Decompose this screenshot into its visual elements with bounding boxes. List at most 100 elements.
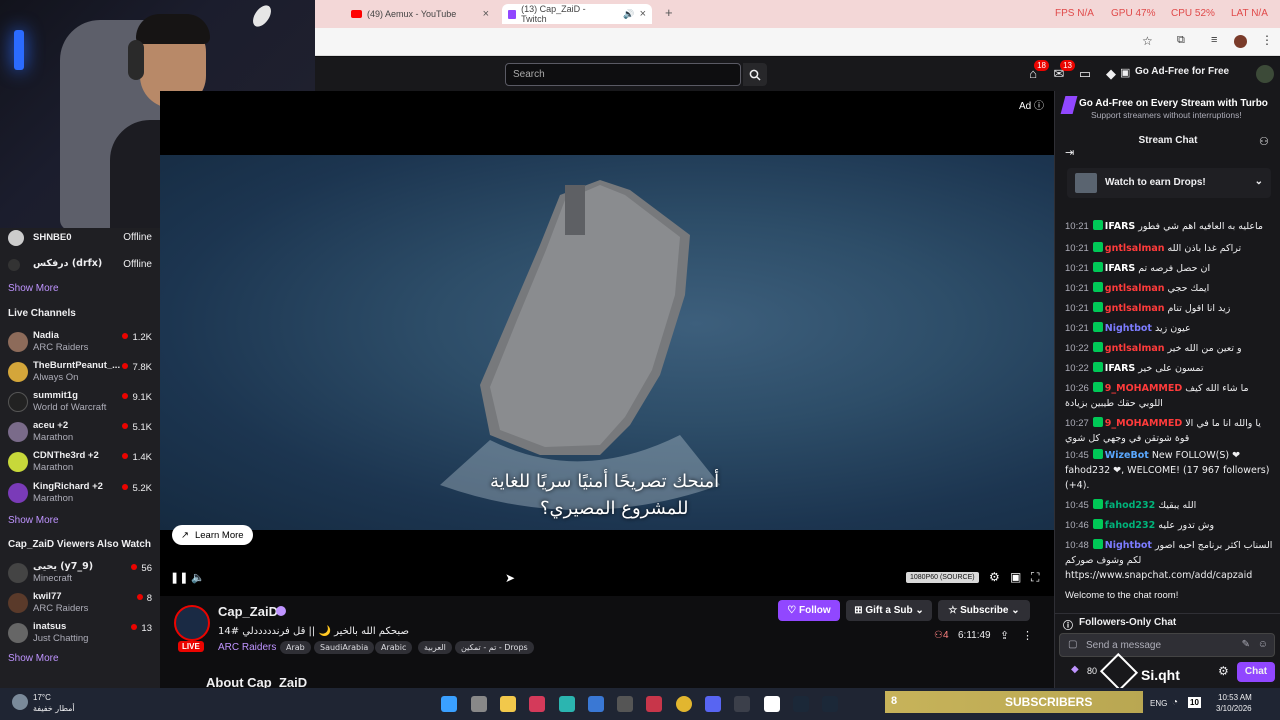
weather-temp[interactable]: 17°C xyxy=(33,693,51,702)
prime-icon[interactable]: ⌂ 18 xyxy=(1025,60,1049,82)
live-channel-item[interactable]: aceu +2 Marathon 5.1K xyxy=(0,418,160,448)
fullscreen-icon[interactable]: ⛶ xyxy=(1031,570,1039,585)
recommended-channel-item[interactable]: kwil77 ARC Raiders 8 xyxy=(0,589,160,619)
tab-twitch[interactable]: (13) Cap_ZaiD - Twitch 🔊 × xyxy=(502,4,652,24)
chat-username[interactable]: gntlsalman xyxy=(1105,343,1165,354)
chat-username[interactable]: fahod232 xyxy=(1105,500,1155,511)
profile-avatar[interactable] xyxy=(1234,35,1247,48)
turbo-banner[interactable]: Go Ad-Free on Every Stream with Turbo Su… xyxy=(1055,91,1280,129)
app-icon[interactable] xyxy=(734,696,750,712)
show-more-link[interactable]: Show More xyxy=(8,515,59,526)
channel-name[interactable]: Cap_ZaiD xyxy=(218,604,278,619)
share-icon[interactable]: ⇪ xyxy=(1000,629,1009,642)
chat-username[interactable]: gntlsalman xyxy=(1105,243,1165,254)
video-player[interactable]: Ad ⓘ أمنحك تصريحًا أمنيًا سريًا للغاية ل… xyxy=(160,91,1054,596)
chrome-icon[interactable] xyxy=(676,696,692,712)
file-explorer-icon[interactable] xyxy=(500,696,516,712)
search-button[interactable] xyxy=(743,63,767,86)
chat-username[interactable]: 9_MOHAMMED xyxy=(1105,418,1182,429)
menu-icon[interactable]: ⋮ xyxy=(1261,33,1273,47)
clock-date[interactable]: 3/10/2026 xyxy=(1216,704,1252,713)
drops-banner[interactable]: Watch to earn Drops! ⌄ xyxy=(1067,168,1271,198)
clock-time[interactable]: 10:53 AM xyxy=(1218,693,1252,702)
gift-sub-button[interactable]: ⊞ Gift a Sub ⌄ xyxy=(846,600,932,621)
tag[interactable]: SaudiArabia xyxy=(314,641,375,654)
followed-channel[interactable]: درفكس (drfx) Offline xyxy=(0,255,160,285)
settings-icon[interactable]: ⚙ xyxy=(989,570,1000,584)
tag[interactable]: تم - تمكين - Drops xyxy=(455,641,534,654)
live-channel-item[interactable]: TheBurntPeanut_... Always On 7.8K xyxy=(0,358,160,388)
live-channel-item[interactable]: KingRichard +2 Marathon 5.2K xyxy=(0,479,160,509)
tag[interactable]: العربية xyxy=(418,641,452,654)
whispers-icon[interactable]: ▭ xyxy=(1077,66,1093,82)
more-options-icon[interactable]: ⋮ xyxy=(1022,629,1033,642)
magic-icon[interactable]: ✎ xyxy=(1242,639,1250,650)
show-more-link[interactable]: Show More xyxy=(8,283,59,294)
live-channel-item[interactable]: CDNThe3rd +2 Marathon 1.4K xyxy=(0,448,160,478)
chat-send-button[interactable]: Chat xyxy=(1237,662,1275,682)
users-icon[interactable]: ⚇ xyxy=(1259,135,1269,148)
category-link[interactable]: ARC Raiders xyxy=(218,642,276,653)
channel-avatar[interactable] xyxy=(174,605,210,641)
live-channel-item[interactable]: Nadia ARC Raiders 1.2K xyxy=(0,328,160,358)
chat-username[interactable]: IFARS xyxy=(1105,363,1135,374)
tab-youtube[interactable]: (49) Aemux - YouTube × xyxy=(345,4,495,24)
chat-username[interactable]: IFARS xyxy=(1105,263,1135,274)
chat-username[interactable]: 9_MOHAMMED xyxy=(1105,383,1182,394)
bits-icon[interactable]: ◆ xyxy=(1071,664,1079,675)
discord-icon[interactable] xyxy=(705,696,721,712)
live-channel-item[interactable]: summit1g World of Warcraft 9.1K xyxy=(0,388,160,418)
windows-start-icon[interactable] xyxy=(441,696,457,712)
store-icon[interactable] xyxy=(588,696,604,712)
chat-username[interactable]: Nightbot xyxy=(1105,540,1152,551)
follow-button[interactable]: ♡ Follow xyxy=(778,600,840,621)
followed-channel[interactable]: SHNBE0 Offline xyxy=(0,228,160,258)
chat-input[interactable]: ▢ Send a message ✎ ☺ xyxy=(1059,633,1275,657)
task-view-icon[interactable] xyxy=(471,696,487,712)
collapse-chat-icon[interactable]: ⇥ xyxy=(1065,146,1074,159)
extensions-icon[interactable]: ⧉ xyxy=(1177,34,1185,47)
chat-username[interactable]: gntlsalman xyxy=(1105,303,1165,314)
obs-icon[interactable] xyxy=(617,696,633,712)
subscribe-button[interactable]: ☆ Subscribe ⌄ xyxy=(938,600,1030,621)
chat-username[interactable]: fahod232 xyxy=(1105,520,1155,531)
volume-icon[interactable]: 🔈 xyxy=(191,571,205,584)
network-icon[interactable]: ◔ xyxy=(1172,697,1178,708)
learn-more-button[interactable]: ↗ Learn More xyxy=(172,525,253,545)
steam-icon[interactable] xyxy=(793,696,809,712)
chat-username[interactable]: IFARS xyxy=(1105,221,1135,232)
bits-icon[interactable]: ◆ xyxy=(1103,66,1119,82)
settings-icon[interactable]: ⚙ xyxy=(1218,664,1229,678)
address-bar[interactable]: ☆ ⧉ ≡ ⋮ xyxy=(315,28,1280,56)
tag[interactable]: Arab xyxy=(280,641,311,654)
quality-badge[interactable]: 1080P60 (SOURCE) xyxy=(906,572,979,583)
go-ad-free-button[interactable]: Go Ad-Free for Free xyxy=(1135,66,1229,77)
info-icon[interactable]: ⓘ xyxy=(1034,101,1044,112)
close-tab-icon[interactable]: × xyxy=(640,8,646,20)
tag[interactable]: Arabic xyxy=(375,641,413,654)
search-input[interactable]: Search xyxy=(505,63,741,86)
capcut-icon[interactable] xyxy=(764,696,780,712)
chat-username[interactable]: WizeBot xyxy=(1105,450,1149,461)
inbox-icon[interactable]: ✉ 13 xyxy=(1051,60,1075,82)
star-icon[interactable]: ☆ xyxy=(1142,34,1153,48)
recommended-channel-item[interactable]: يحيى (y7_9) Minecraft 56 xyxy=(0,559,160,589)
chat-username[interactable]: gntlsalman xyxy=(1105,283,1165,294)
chevron-down-icon[interactable]: ⌄ xyxy=(1255,176,1263,187)
new-tab-icon[interactable]: + xyxy=(665,5,673,20)
theatre-mode-icon[interactable]: ▣ xyxy=(1010,570,1021,584)
chat-username[interactable]: Nightbot xyxy=(1105,323,1152,334)
user-avatar[interactable] xyxy=(1256,65,1274,83)
speaker-icon[interactable]: 🔊 xyxy=(623,9,634,20)
reading-list-icon[interactable]: ≡ xyxy=(1211,34,1217,46)
recommended-channel-item[interactable]: inatsus Just Chatting 13 xyxy=(0,619,160,649)
language-indicator[interactable]: ENG xyxy=(1150,699,1167,708)
notification-count[interactable]: 10 xyxy=(1188,697,1201,708)
app-icon[interactable] xyxy=(529,696,545,712)
steam-icon[interactable] xyxy=(822,696,838,712)
close-tab-icon[interactable]: × xyxy=(483,8,489,20)
show-more-link[interactable]: Show More xyxy=(8,653,59,664)
edge-icon[interactable] xyxy=(559,696,575,712)
emote-icon[interactable]: ☺ xyxy=(1258,639,1268,650)
app-icon[interactable] xyxy=(646,696,662,712)
